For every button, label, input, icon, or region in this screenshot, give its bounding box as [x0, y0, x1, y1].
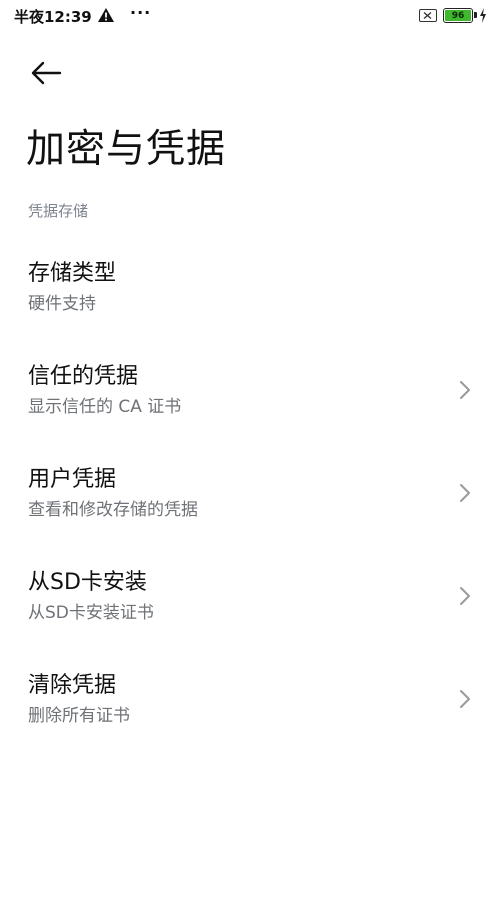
page-title: 加密与凭据: [26, 127, 227, 172]
battery-icon: 96: [443, 8, 477, 23]
item-title: 从SD卡安装: [28, 570, 147, 595]
list-item-install-from-sd[interactable]: 从SD卡安装 从SD卡安装证书: [0, 549, 500, 652]
list-item-trusted-credentials[interactable]: 信任的凭据 显示信任的 CA 证书: [0, 343, 500, 446]
charging-icon: [480, 8, 486, 23]
arrow-left-icon: [31, 61, 62, 85]
battery-cap: [474, 12, 477, 18]
item-subtitle: 删除所有证书: [28, 706, 130, 726]
no-sim-icon: [419, 9, 437, 22]
item-title: 存储类型: [28, 261, 117, 286]
screen: 半夜12:39 ··· 96 加密与凭据 凭据存储 存储类型 硬件支持 信任的凭…: [0, 0, 500, 916]
item-subtitle: 显示信任的 CA 证书: [28, 397, 182, 417]
chevron-right-icon: [460, 587, 470, 605]
item-subtitle: 查看和修改存储的凭据: [28, 500, 198, 520]
battery-level: 96: [445, 10, 471, 21]
item-subtitle: 硬件支持: [28, 294, 96, 314]
section-header-credential-storage: 凭据存储: [28, 202, 89, 220]
item-title: 清除凭据: [28, 673, 117, 698]
list-item-storage-type[interactable]: 存储类型 硬件支持: [0, 240, 500, 343]
more-notifications-icon: ···: [130, 3, 152, 22]
chevron-right-icon: [460, 690, 470, 708]
status-time: 半夜12:39: [14, 8, 92, 26]
list-item-clear-credentials[interactable]: 清除凭据 删除所有证书: [0, 652, 500, 755]
status-bar: 半夜12:39 ··· 96: [0, 0, 500, 32]
chevron-right-icon: [460, 484, 470, 502]
item-title: 用户凭据: [28, 467, 117, 492]
item-title: 信任的凭据: [28, 364, 139, 389]
chevron-right-icon: [460, 381, 470, 399]
settings-list: 存储类型 硬件支持 信任的凭据 显示信任的 CA 证书 用户凭据 查看和修改存储…: [0, 240, 500, 755]
back-button[interactable]: [28, 58, 64, 88]
list-item-user-credentials[interactable]: 用户凭据 查看和修改存储的凭据: [0, 446, 500, 549]
warning-icon: [98, 8, 114, 22]
item-subtitle: 从SD卡安装证书: [28, 603, 154, 623]
